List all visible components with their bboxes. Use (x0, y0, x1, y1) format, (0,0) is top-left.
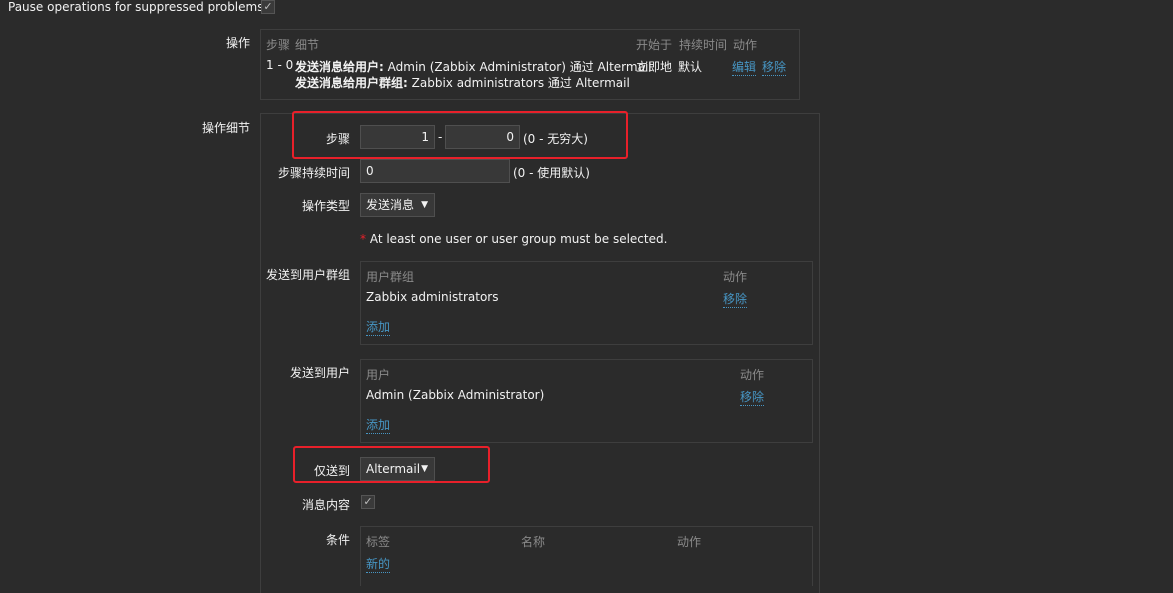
op-steps: 1 - 0 (266, 58, 294, 72)
op-detail-line1: 发送消息给用户: Admin (Zabbix Administrator) 通过… (295, 58, 652, 75)
pause-suppressed-checkbox[interactable]: ✓ (261, 0, 275, 14)
op-edit-link[interactable]: 编辑 (732, 58, 757, 76)
check-icon: ✓ (363, 495, 373, 508)
required-star: * (360, 232, 366, 246)
user-row-name: Admin (Zabbix Administrator) (366, 388, 545, 402)
send-to-users-label: 发送到用户 (289, 366, 350, 380)
op-detail-line2-bold: 发送消息给用户群组: (295, 76, 408, 90)
pause-suppressed-label: Pause operations for suppressed problems (8, 0, 264, 14)
conditions-table: 标签 名称 动作 新的 (360, 526, 813, 586)
usergroups-col-action: 动作 (723, 270, 748, 284)
step-duration-input[interactable] (360, 159, 510, 183)
conditions-col-name: 名称 (521, 535, 546, 549)
conditions-col-action: 动作 (677, 535, 702, 549)
col-steps: 步骤 (266, 38, 291, 52)
users-table: 用户 动作 Admin (Zabbix Administrator) 移除 添加 (360, 359, 813, 443)
col-duration: 持续时间 (679, 38, 728, 52)
warning-text: At least one user or user group must be … (369, 232, 668, 246)
op-detail-line1-text: Admin (Zabbix Administrator) 通过 Altermai… (387, 60, 652, 74)
operation-details-panel (260, 113, 820, 593)
check-icon: ✓ (263, 0, 273, 13)
usergroup-remove-link[interactable]: 移除 (723, 290, 748, 308)
op-start-in: 立即地 (636, 60, 673, 74)
operations-label: 操作 (225, 36, 250, 50)
triangle-down-icon: ▼ (421, 200, 428, 210)
user-remove-link[interactable]: 移除 (740, 388, 765, 406)
conditions-label: 条件 (325, 533, 350, 547)
usergroups-col-name: 用户群组 (366, 270, 415, 284)
operations-table: 步骤 细节 开始于 持续时间 动作 1 - 0 发送消息给用户: Admin (… (260, 29, 800, 100)
operation-type-value: 发送消息 (366, 198, 415, 212)
col-start-in: 开始于 (636, 38, 673, 52)
op-remove-link[interactable]: 移除 (762, 58, 787, 76)
highlight-box-steps (292, 111, 628, 159)
op-detail-line2: 发送消息给用户群组: Zabbix administrators 通过 Alte… (295, 74, 630, 91)
col-action: 动作 (733, 38, 758, 52)
op-detail-line1-bold: 发送消息给用户: (295, 60, 384, 74)
users-col-name: 用户 (366, 368, 391, 382)
users-col-action: 动作 (740, 368, 765, 382)
validation-warning: * At least one user or user group must b… (360, 232, 667, 246)
user-add-link[interactable]: 添加 (366, 416, 391, 434)
operation-type-label: 操作类型 (301, 199, 350, 213)
op-duration: 默认 (678, 60, 703, 74)
conditions-col-tag: 标签 (366, 535, 391, 549)
usergroup-add-link[interactable]: 添加 (366, 318, 391, 336)
op-detail-line2-text: Zabbix administrators 通过 Altermail (411, 76, 630, 90)
message-content-checkbox[interactable]: ✓ (361, 495, 375, 509)
highlight-box-send-only (293, 446, 490, 483)
message-content-label: 消息内容 (301, 498, 350, 512)
usergroups-table: 用户群组 动作 Zabbix administrators 移除 添加 (360, 261, 813, 345)
condition-new-link[interactable]: 新的 (366, 555, 391, 573)
col-details: 细节 (295, 38, 320, 52)
send-to-usergroups-label: 发送到用户群组 (265, 268, 350, 282)
usergroup-row-name: Zabbix administrators (366, 290, 499, 304)
step-duration-label: 步骤持续时间 (277, 166, 350, 180)
operation-type-select[interactable]: 发送消息 ▼ (360, 193, 435, 217)
step-duration-hint: (0 - 使用默认) (513, 166, 590, 180)
operation-details-label: 操作细节 (201, 121, 250, 135)
